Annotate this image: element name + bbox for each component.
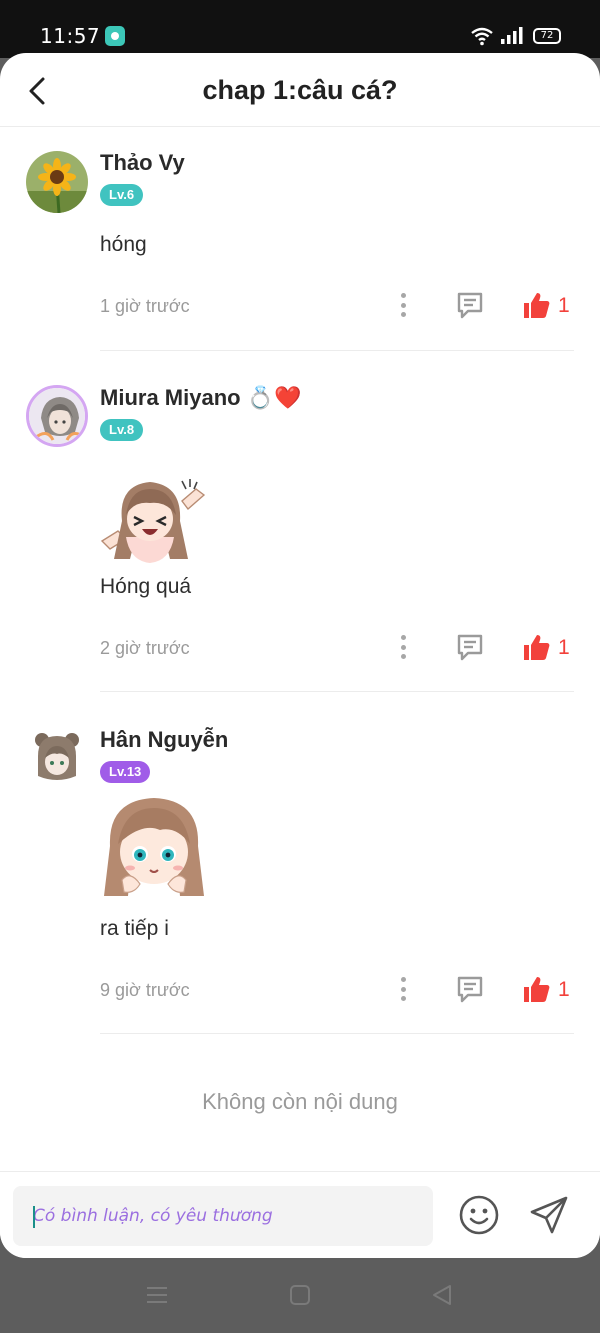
- status-time: 11:57: [40, 24, 101, 48]
- comment-text: ra tiếp i: [100, 917, 169, 940]
- reply-comment-icon[interactable]: [454, 289, 486, 321]
- user-name-text: Miura Miyano: [100, 385, 241, 410]
- timestamp: 9 giờ trước: [100, 980, 190, 1000]
- reply-comment-icon[interactable]: [454, 631, 486, 663]
- user-name[interactable]: Hân Nguyễn: [100, 727, 228, 753]
- battery-indicator: 72: [533, 28, 561, 44]
- thumbs-up-icon[interactable]: [521, 290, 551, 320]
- thumbs-up-icon[interactable]: [521, 632, 551, 662]
- end-of-content-text: Không còn nội dung: [202, 1089, 398, 1114]
- text-cursor: [33, 1206, 35, 1228]
- timestamp: 1 giờ trước: [100, 296, 190, 316]
- more-options-icon[interactable]: [392, 291, 414, 319]
- more-options-icon[interactable]: [392, 633, 414, 661]
- home-icon[interactable]: [288, 1283, 312, 1307]
- divider: [100, 1033, 574, 1034]
- comment-text: Hóng quá: [100, 575, 192, 598]
- comment-input-bar: [0, 1171, 600, 1258]
- user-name[interactable]: Thảo Vy: [100, 150, 185, 176]
- recent-apps-icon[interactable]: [145, 1283, 169, 1307]
- emoji-icon[interactable]: [458, 1194, 500, 1236]
- anime-avatar-framed[interactable]: [26, 385, 88, 447]
- wifi-icon: [471, 27, 493, 46]
- excited-girl-sticker: [100, 479, 206, 563]
- divider: [100, 350, 574, 351]
- timestamp: 2 giờ trước: [100, 638, 190, 658]
- divider: [100, 691, 574, 692]
- level-badge: Lv.8: [100, 419, 144, 441]
- comments-sheet: chap 1:câu cá? Thảo Vy Lv.6 hóng 1 giờ t…: [0, 53, 600, 1258]
- user-name[interactable]: Miura Miyano 💍❤️: [100, 385, 302, 411]
- send-icon[interactable]: [528, 1194, 570, 1236]
- comment-input[interactable]: [13, 1186, 433, 1246]
- app-notification-icon: [105, 26, 125, 46]
- system-navigation-bar: [0, 1258, 600, 1333]
- anime-bear-avatar[interactable]: [26, 726, 88, 788]
- user-name-emoji: 💍❤️: [246, 386, 302, 411]
- status-bar: 11:57 72: [0, 0, 600, 58]
- like-count: 1: [558, 636, 570, 659]
- header: chap 1:câu cá?: [0, 53, 600, 127]
- girl-face-sticker: [104, 798, 204, 896]
- page-title: chap 1:câu cá?: [202, 75, 398, 105]
- reply-comment-icon[interactable]: [454, 973, 486, 1005]
- like-count: 1: [558, 978, 570, 1001]
- more-options-icon[interactable]: [392, 975, 414, 1003]
- like-count: 1: [558, 294, 570, 317]
- level-badge: Lv.6: [100, 184, 144, 206]
- comment-text: hóng: [100, 233, 147, 256]
- thumbs-up-icon[interactable]: [521, 974, 551, 1004]
- signal-icon: [501, 27, 523, 44]
- sunflower-avatar[interactable]: [26, 151, 88, 213]
- level-badge: Lv.13: [100, 761, 151, 783]
- nav-back-icon[interactable]: [430, 1283, 454, 1307]
